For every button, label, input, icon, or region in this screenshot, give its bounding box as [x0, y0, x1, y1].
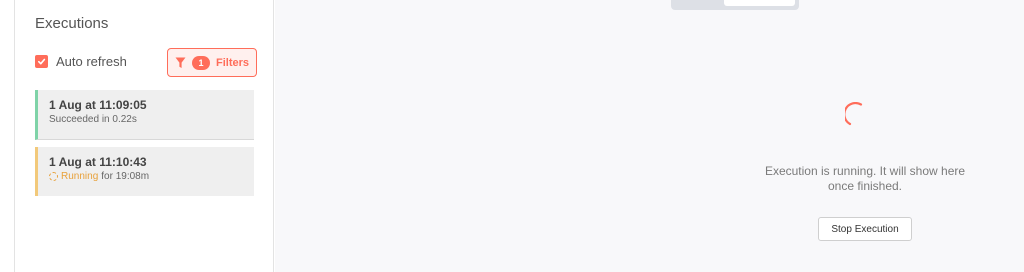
execution-date: 1 Aug at 11:10:43 [49, 155, 147, 169]
check-icon [37, 58, 46, 65]
view-toggle-active-segment[interactable] [724, 0, 795, 6]
execution-list-item[interactable]: 1 Aug at 11:10:43 Running for 19:08m [35, 147, 254, 196]
sidebar-title: Executions [35, 15, 109, 32]
auto-refresh-label: Auto refresh [56, 54, 127, 69]
execution-status-text: Succeeded in 0.22s [49, 114, 137, 125]
stop-execution-button[interactable]: Stop Execution [818, 217, 912, 241]
execution-status: Succeeded in 0.22s [49, 114, 254, 125]
execution-status: Running for 19:08m [49, 171, 254, 182]
view-toggle[interactable] [671, 0, 799, 10]
execution-list-item[interactable]: 1 Aug at 11:09:05 Succeeded in 0.22s [35, 90, 254, 140]
loading-spinner-icon [845, 102, 863, 126]
auto-refresh-checkbox[interactable] [35, 55, 48, 68]
execution-running-message: Execution is running. It will show here … [764, 164, 966, 193]
filters-count-badge: 1 [191, 55, 210, 70]
filter-icon [175, 57, 186, 68]
filters-label: Filters [215, 56, 249, 69]
execution-status-label: Running [61, 171, 99, 182]
auto-refresh-toggle[interactable]: Auto refresh [35, 54, 127, 69]
executions-sidebar: Executions Auto refresh 1 Filters 1 Aug … [15, 0, 274, 272]
filters-button[interactable]: 1 Filters [167, 48, 257, 77]
running-spinner-icon [49, 172, 58, 181]
execution-date: 1 Aug at 11:09:05 [49, 98, 147, 112]
execution-status-duration: for 19:08m [101, 171, 150, 182]
